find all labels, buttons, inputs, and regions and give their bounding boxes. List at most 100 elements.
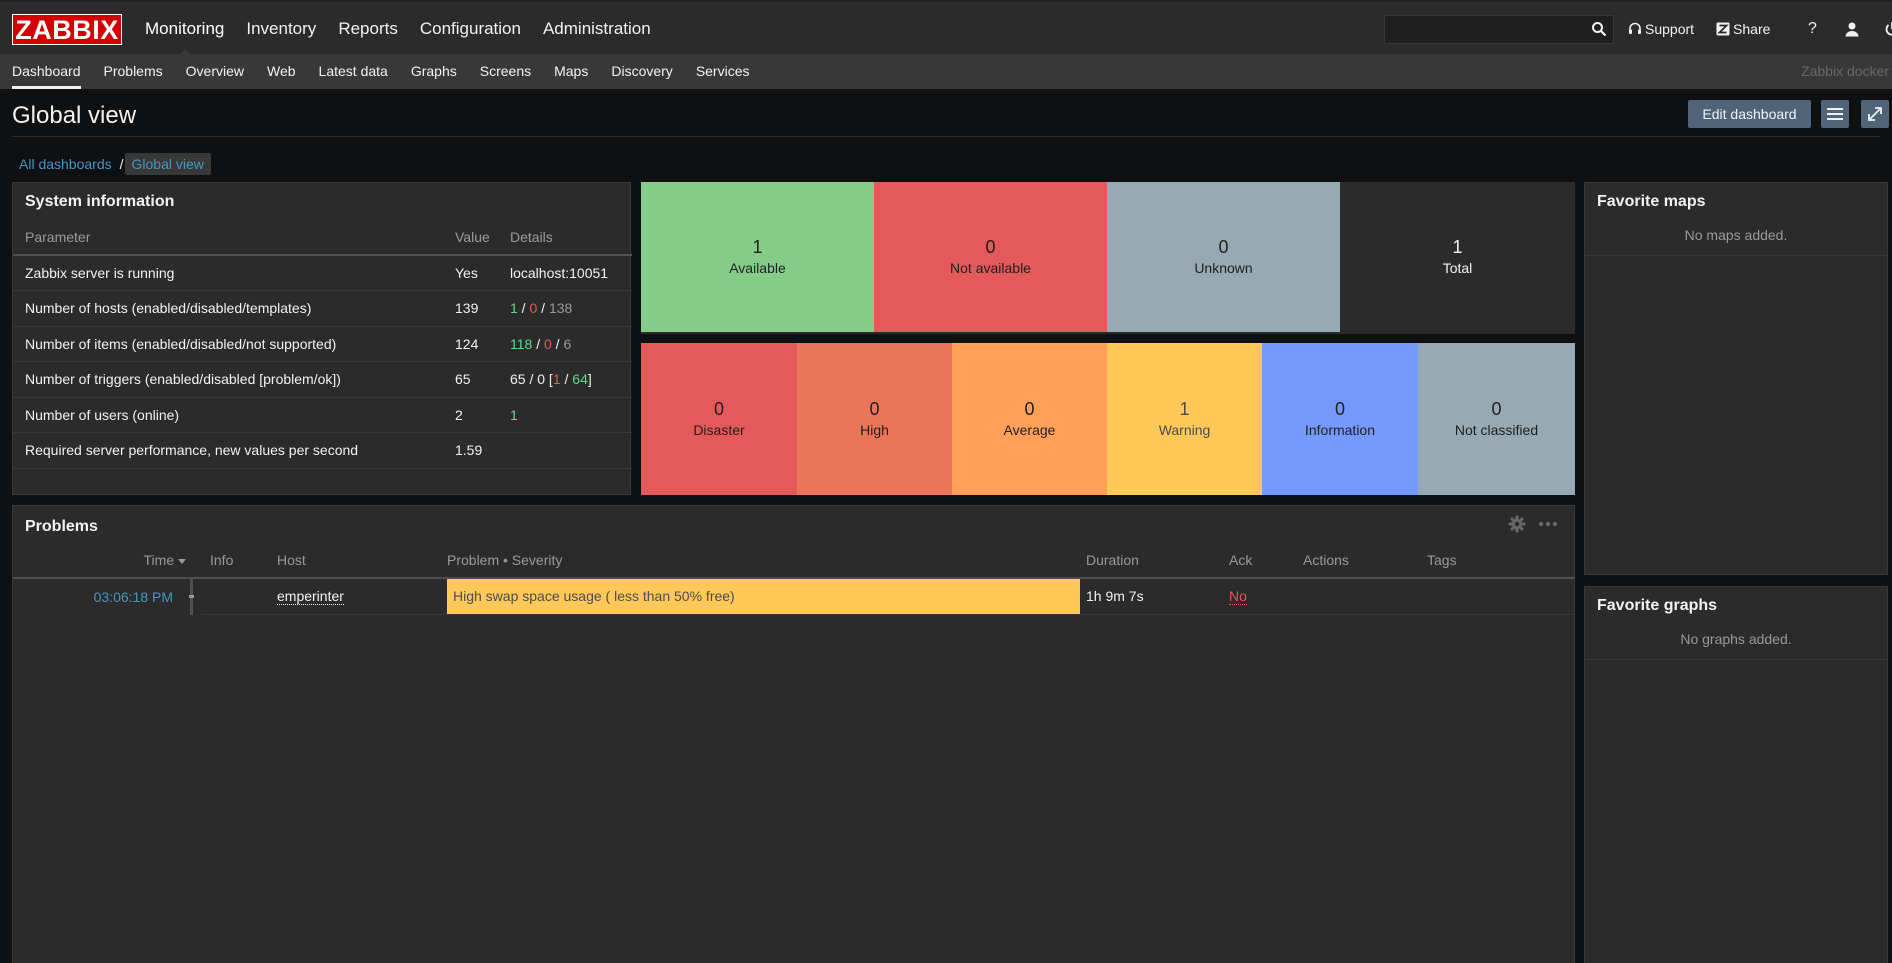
- submenu-graphs[interactable]: Graphs: [399, 54, 468, 89]
- page-title: Global view: [12, 102, 137, 129]
- tile-unknown[interactable]: 0 Unknown: [1107, 182, 1340, 332]
- param-cell: Number of users (online): [13, 397, 443, 433]
- severity-tiles: 0 Disaster 0 High 0 Average 1 Warning 0 …: [641, 343, 1575, 495]
- help-icon: ?: [1807, 20, 1817, 37]
- column-header-tags: Tags: [1427, 542, 1575, 579]
- problem-time-link[interactable]: 03:06:18 PM: [94, 589, 173, 605]
- sort-down-icon: [178, 558, 186, 564]
- submenu-latest-data[interactable]: Latest data: [307, 54, 399, 89]
- submenu-problems[interactable]: Problems: [92, 54, 174, 89]
- favorite-maps-empty-message: No maps added.: [1585, 227, 1887, 256]
- value-cell: 139: [443, 290, 498, 327]
- support-link[interactable]: Support: [1628, 21, 1694, 37]
- triggers-ok: 64: [572, 371, 588, 388]
- acknowledge-link[interactable]: No: [1229, 588, 1247, 606]
- menu-icon: [1827, 108, 1843, 120]
- system-information-widget: System information Parameter Value Detai…: [12, 182, 632, 495]
- submenu-screens[interactable]: Screens: [468, 54, 542, 89]
- problem-name: High swap space usage ( less than 50% fr…: [453, 588, 735, 605]
- table-row: Number of items (enabled/disabled/not su…: [13, 326, 632, 362]
- tile-label: Average: [1003, 422, 1056, 438]
- zabbix-logo[interactable]: ZABBIX: [12, 14, 122, 45]
- param-cell: Required server performance, new values …: [13, 432, 443, 469]
- param-cell: Number of triggers (enabled/disabled [pr…: [13, 361, 443, 398]
- submenu-services[interactable]: Services: [684, 54, 761, 89]
- breadcrumb-all-dashboards[interactable]: All dashboards: [12, 156, 119, 172]
- triggers-enabled: 65: [510, 371, 526, 388]
- more-options-icon[interactable]: [1538, 521, 1558, 527]
- hosts-disabled: 0: [529, 300, 538, 317]
- column-header-spacer: [190, 542, 202, 579]
- tile-not-available[interactable]: 0 Not available: [874, 182, 1107, 332]
- table-row: Zabbix server is running Yes localhost:1…: [13, 255, 632, 291]
- column-header-problem: Problem • Severity: [447, 542, 1080, 579]
- menu-configuration[interactable]: Configuration: [409, 2, 532, 56]
- tile-average[interactable]: 0 Average: [952, 343, 1107, 495]
- problem-name-cell[interactable]: High swap space usage ( less than 50% fr…: [447, 578, 1080, 615]
- fullscreen-button[interactable]: [1861, 100, 1889, 128]
- dashboard-actions-button[interactable]: [1821, 100, 1849, 128]
- value-cell: 65: [443, 361, 498, 398]
- problem-tags-cell: [1427, 578, 1575, 615]
- tile-label: Information: [1304, 422, 1376, 438]
- submenu-maps[interactable]: Maps: [542, 54, 599, 89]
- edit-dashboard-button[interactable]: Edit dashboard: [1688, 100, 1811, 128]
- submenu-web[interactable]: Web: [255, 54, 307, 89]
- column-header-duration: Duration: [1080, 542, 1229, 579]
- submenu-dashboard[interactable]: Dashboard: [0, 54, 92, 89]
- help-button[interactable]: ?: [1803, 20, 1821, 38]
- table-header-row: Parameter Value Details: [13, 219, 632, 256]
- tile-count: 0: [1334, 399, 1345, 419]
- problem-host-link[interactable]: emperinter: [277, 588, 344, 606]
- user-profile-button[interactable]: [1843, 20, 1861, 38]
- widget-title: Favorite maps: [1597, 193, 1706, 210]
- tile-total[interactable]: 1 Total: [1340, 182, 1575, 332]
- menu-administration[interactable]: Administration: [532, 2, 662, 56]
- submenu-overview[interactable]: Overview: [174, 54, 255, 89]
- tile-information[interactable]: 0 Information: [1262, 343, 1418, 495]
- tile-high[interactable]: 0 High: [797, 343, 952, 495]
- tile-count: 1: [752, 237, 763, 257]
- menu-reports[interactable]: Reports: [327, 2, 409, 56]
- host-availability-widget: 1 Available 0 Not available 0 Unknown 1 …: [641, 182, 1575, 334]
- tile-available[interactable]: 1 Available: [641, 182, 874, 332]
- column-header-info: Info: [202, 542, 277, 579]
- sub-navigation: Dashboard Problems Overview Web Latest d…: [0, 54, 1892, 89]
- sign-out-button[interactable]: [1883, 20, 1892, 38]
- search-input[interactable]: [1385, 16, 1581, 43]
- host-availability-tiles: 1 Available 0 Not available 0 Unknown 1 …: [641, 182, 1575, 332]
- menu-inventory[interactable]: Inventory: [235, 2, 327, 56]
- tile-label: High: [860, 422, 889, 438]
- table-row: Number of users (online) 2 1: [13, 397, 632, 433]
- details-cell: 1: [498, 397, 632, 433]
- breadcrumb-current[interactable]: Global view: [124, 152, 211, 175]
- timeline-dot: [189, 595, 194, 598]
- widget-header-icons: [1508, 515, 1558, 533]
- tile-disaster[interactable]: 0 Disaster: [641, 343, 797, 495]
- search-icon[interactable]: [1591, 21, 1607, 37]
- problems-table: Time Info Host Problem • Severity Durati…: [13, 542, 1575, 615]
- headset-icon: [1629, 22, 1641, 34]
- gear-icon[interactable]: [1508, 515, 1526, 533]
- problem-info-cell: [202, 578, 277, 615]
- submenu-discovery[interactable]: Discovery: [599, 54, 683, 89]
- tile-not-classified[interactable]: 0 Not classified: [1418, 343, 1575, 495]
- tile-warning[interactable]: 1 Warning: [1107, 343, 1262, 495]
- tile-count: 1: [1452, 237, 1463, 257]
- time-header-label: Time: [143, 551, 175, 568]
- favorite-graphs-empty-message: No graphs added.: [1585, 631, 1887, 660]
- system-info-table: Parameter Value Details Zabbix server is…: [13, 219, 632, 469]
- column-header-time[interactable]: Time: [13, 542, 190, 579]
- share-icon: [1716, 22, 1730, 36]
- column-header-ack: Ack: [1229, 542, 1303, 579]
- tile-label: Not available: [950, 260, 1031, 276]
- details-cell: [498, 432, 632, 469]
- value-cell: 2: [443, 397, 498, 433]
- share-link[interactable]: Share: [1716, 21, 1770, 37]
- problem-duration-cell: 1h 9m 7s: [1080, 578, 1229, 615]
- column-header-details: Details: [498, 219, 632, 256]
- users-online: 1: [510, 406, 518, 423]
- value-cell: Yes: [443, 255, 498, 291]
- menu-monitoring[interactable]: Monitoring: [134, 2, 235, 56]
- favorite-graphs-widget: Favorite graphs No graphs added.: [1584, 586, 1888, 963]
